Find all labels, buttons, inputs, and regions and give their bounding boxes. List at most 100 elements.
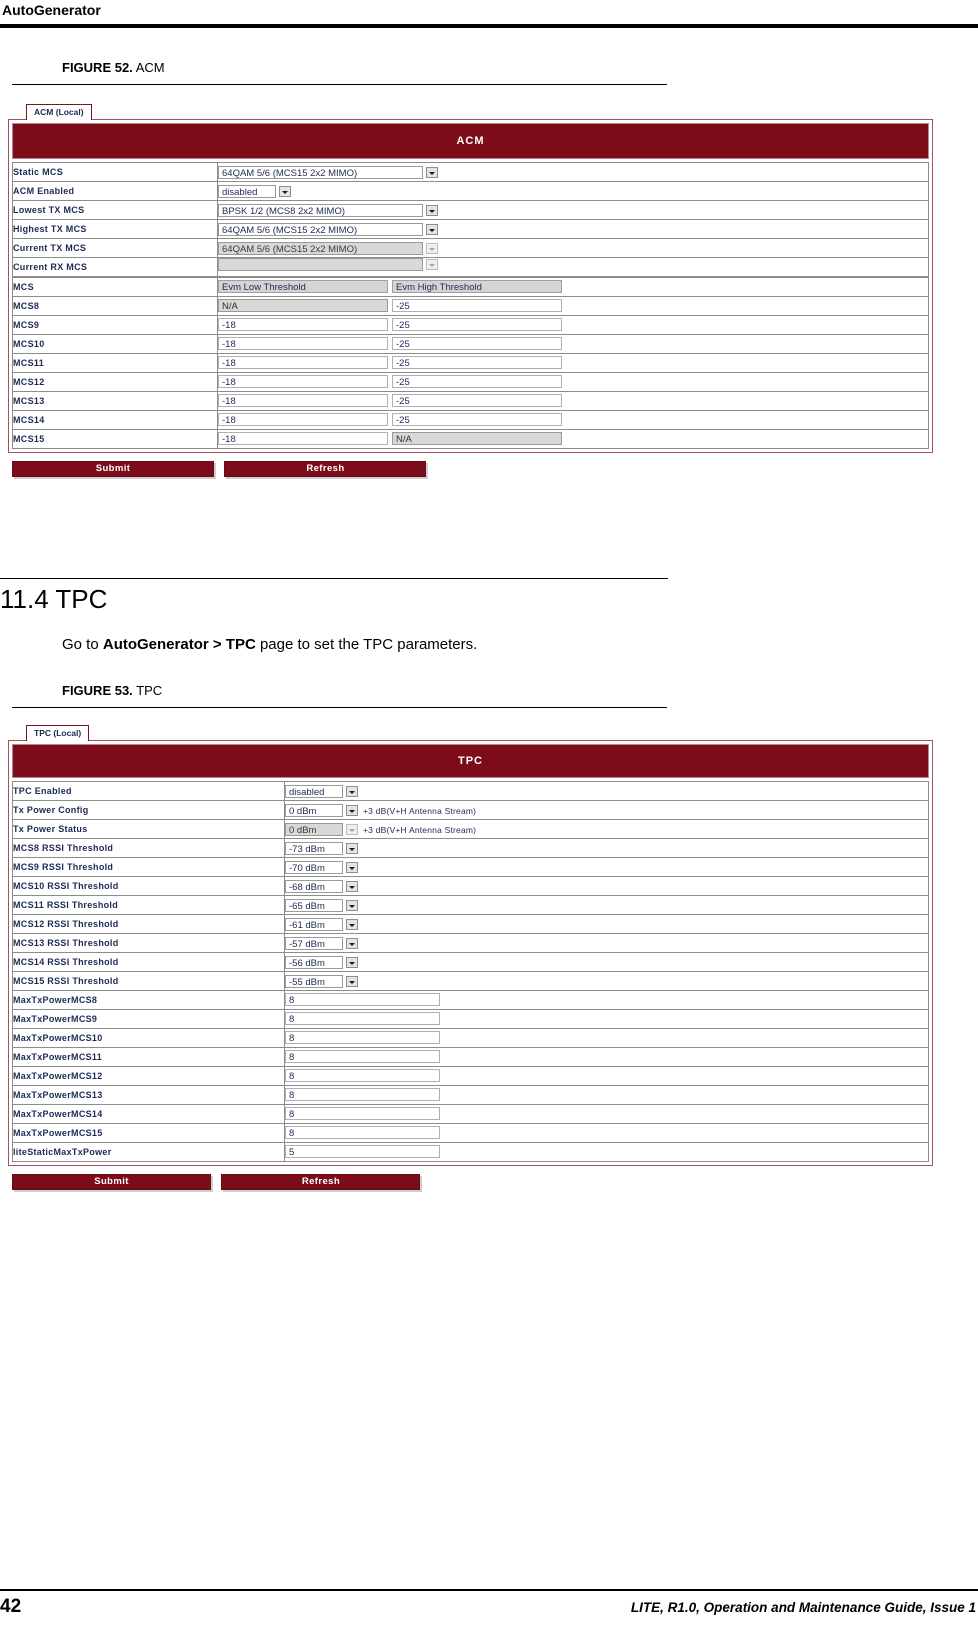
tpc-maxtxpowermcs15-text-input[interactable]: 8	[285, 1126, 440, 1140]
tpc-mcs14-rssi-threshold-select[interactable]: -56 dBm	[285, 956, 343, 969]
acm-mcs-row: MCS14 -18 -25	[12, 410, 929, 430]
tpc-row: MaxTxPowerMCS11 8	[12, 1047, 929, 1067]
acm-mcs-row: MCS12 -18 -25	[12, 372, 929, 392]
figure-52-caption: FIGURE 52. ACM	[62, 60, 165, 75]
tpc-label-tx-power-status: Tx Power Status	[12, 819, 285, 839]
tpc-mcs9-rssi-threshold-select[interactable]: -70 dBm	[285, 861, 343, 874]
tpc-refresh-button[interactable]: Refresh	[221, 1174, 421, 1190]
acm-label-lowest-tx-mcs: Lowest TX MCS	[12, 200, 218, 220]
tab-acm-local[interactable]: ACM (Local)	[26, 104, 92, 120]
chevron-down-icon[interactable]	[346, 957, 358, 968]
mcs8-evm-high-text-input[interactable]: -25	[392, 299, 562, 313]
tpc-field-cell: disabled	[284, 781, 929, 801]
acm-mcs-label-mcs12: MCS12	[12, 372, 218, 392]
chevron-down-icon[interactable]	[346, 881, 358, 892]
section-rule	[0, 578, 668, 579]
tpc-mcs8-rssi-threshold-select[interactable]: -73 dBm	[285, 842, 343, 855]
acm-lowest-tx-mcs-select[interactable]: BPSK 1/2 (MCS8 2x2 MIMO)	[218, 204, 423, 217]
chevron-down-icon[interactable]	[426, 205, 438, 216]
tpc-label-maxtxpowermcs8: MaxTxPowerMCS8	[12, 990, 285, 1010]
figure-53-caption: FIGURE 53. TPC	[62, 683, 162, 698]
mcs14-evm-low-text-input[interactable]: -18	[218, 413, 388, 427]
tpc-mcs12-rssi-threshold-select[interactable]: -61 dBm	[285, 918, 343, 931]
acm-mcs-value-cell: -18 -25	[217, 410, 929, 430]
tpc-tpc-enabled-select[interactable]: disabled	[285, 785, 343, 798]
tpc-field-cell: 8	[284, 1123, 929, 1143]
chevron-down-icon[interactable]	[346, 919, 358, 930]
mcs13-evm-high-text-input[interactable]: -25	[392, 394, 562, 408]
tpc-mcs10-rssi-threshold-select-wrap: -68 dBm	[285, 880, 358, 893]
tpc-maxtxpowermcs11-text-input[interactable]: 8	[285, 1050, 440, 1064]
tpc-title: TPC	[12, 744, 929, 778]
tpc-field-cell: 8	[284, 990, 929, 1010]
mcs12-evm-high-text-input[interactable]: -25	[392, 375, 562, 389]
mcs15-evm-low-text-input[interactable]: -18	[218, 432, 388, 446]
tpc-row: MCS13 RSSI Threshold -57 dBm	[12, 933, 929, 953]
acm-acm-enabled-select[interactable]: disabled	[218, 185, 276, 198]
tpc-field-cell: 0 dBm +3 dB(V+H Antenna Stream)	[284, 800, 929, 820]
chevron-down-icon[interactable]	[346, 805, 358, 816]
acm-mcs-value-cell: -18 -25	[217, 315, 929, 335]
acm-lowest-tx-mcs-select-wrap: BPSK 1/2 (MCS8 2x2 MIMO)	[218, 204, 438, 217]
acm-mcs-label-mcs13: MCS13	[12, 391, 218, 411]
acm-highest-tx-mcs-select[interactable]: 64QAM 5/6 (MCS15 2x2 MIMO)	[218, 223, 423, 236]
tpc-row: liteStaticMaxTxPower 5	[12, 1142, 929, 1162]
tpc-maxtxpowermcs9-text-input[interactable]: 8	[285, 1012, 440, 1026]
mcs10-evm-low-text-input[interactable]: -18	[218, 337, 388, 351]
chevron-down-icon[interactable]	[426, 167, 438, 178]
tpc-button-row: Submit Refresh	[8, 1171, 933, 1190]
mcs9-evm-low-text-input[interactable]: -18	[218, 318, 388, 332]
tpc-maxtxpowermcs13-text-input[interactable]: 8	[285, 1088, 440, 1102]
chevron-down-icon[interactable]	[346, 843, 358, 854]
chevron-down-icon[interactable]	[346, 938, 358, 949]
acm-submit-button[interactable]: Submit	[12, 461, 214, 477]
tpc-maxtxpowermcs10-text-input[interactable]: 8	[285, 1031, 440, 1045]
acm-static-mcs-select[interactable]: 64QAM 5/6 (MCS15 2x2 MIMO)	[218, 166, 423, 179]
header-rule	[0, 24, 978, 28]
tpc-label-mcs15-rssi-threshold: MCS15 RSSI Threshold	[12, 971, 285, 991]
tpc-label-mcs13-rssi-threshold: MCS13 RSSI Threshold	[12, 933, 285, 953]
chevron-down-icon[interactable]	[346, 862, 358, 873]
mcs14-evm-high-text-input[interactable]: -25	[392, 413, 562, 427]
chevron-down-icon[interactable]	[346, 976, 358, 987]
mcs10-evm-high-text-input[interactable]: -25	[392, 337, 562, 351]
mcs12-evm-low-text-input[interactable]: -18	[218, 375, 388, 389]
tpc-maxtxpowermcs12-text-input[interactable]: 8	[285, 1069, 440, 1083]
acm-label-static-mcs: Static MCS	[12, 162, 218, 182]
tpc-mcs11-rssi-threshold-select[interactable]: -65 dBm	[285, 899, 343, 912]
chevron-down-icon[interactable]	[279, 186, 291, 197]
acm-row: Current TX MCS 64QAM 5/6 (MCS15 2x2 MIMO)	[12, 238, 929, 258]
section-body-paragraph: Go to AutoGenerator > TPC page to set th…	[62, 636, 477, 653]
acm-refresh-button[interactable]: Refresh	[224, 461, 427, 477]
figure-53-rule	[12, 707, 667, 708]
tpc-maxtxpowermcs14-text-input[interactable]: 8	[285, 1107, 440, 1121]
acm-title: ACM	[12, 123, 929, 159]
body-prefix: Go to	[62, 636, 103, 653]
chevron-down-icon[interactable]	[346, 786, 358, 797]
tab-tpc-local[interactable]: TPC (Local)	[26, 725, 90, 741]
tpc-row: MaxTxPowerMCS12 8	[12, 1066, 929, 1086]
tpc-label-maxtxpowermcs9: MaxTxPowerMCS9	[12, 1009, 285, 1029]
tpc-tx-power-status-select: 0 dBm	[285, 823, 343, 836]
mcs9-evm-high-text-input[interactable]: -25	[392, 318, 562, 332]
chevron-down-icon[interactable]	[346, 900, 358, 911]
tpc-label-maxtxpowermcs15: MaxTxPowerMCS15	[12, 1123, 285, 1143]
acm-mcs-label-mcs14: MCS14	[12, 410, 218, 430]
chevron-down-icon	[346, 824, 358, 835]
tpc-submit-button[interactable]: Submit	[12, 1174, 211, 1190]
tpc-maxtxpowermcs8-text-input[interactable]: 8	[285, 993, 440, 1007]
tpc-litestaticmaxtxpower-text-input[interactable]: 5	[285, 1145, 440, 1159]
tpc-mcs10-rssi-threshold-select[interactable]: -68 dBm	[285, 880, 343, 893]
mcs11-evm-low-text-input[interactable]: -18	[218, 356, 388, 370]
acm-web-panel: ACM (Local) ACM Static MCS 64QAM 5/6 (MCS…	[8, 104, 933, 477]
acm-field-cell: 64QAM 5/6 (MCS15 2x2 MIMO)	[217, 219, 929, 239]
footer-guide-text: LITE, R1.0, Operation and Maintenance Gu…	[630, 1600, 976, 1615]
mcs13-evm-low-text-input[interactable]: -18	[218, 394, 388, 408]
tpc-row: TPC Enabled disabled	[12, 781, 929, 801]
chevron-down-icon[interactable]	[426, 224, 438, 235]
tpc-mcs13-rssi-threshold-select[interactable]: -57 dBm	[285, 937, 343, 950]
tpc-row: MCS9 RSSI Threshold -70 dBm	[12, 857, 929, 877]
tpc-tx-power-config-select[interactable]: 0 dBm	[285, 804, 343, 817]
tpc-mcs15-rssi-threshold-select[interactable]: -55 dBm	[285, 975, 343, 988]
mcs11-evm-high-text-input[interactable]: -25	[392, 356, 562, 370]
